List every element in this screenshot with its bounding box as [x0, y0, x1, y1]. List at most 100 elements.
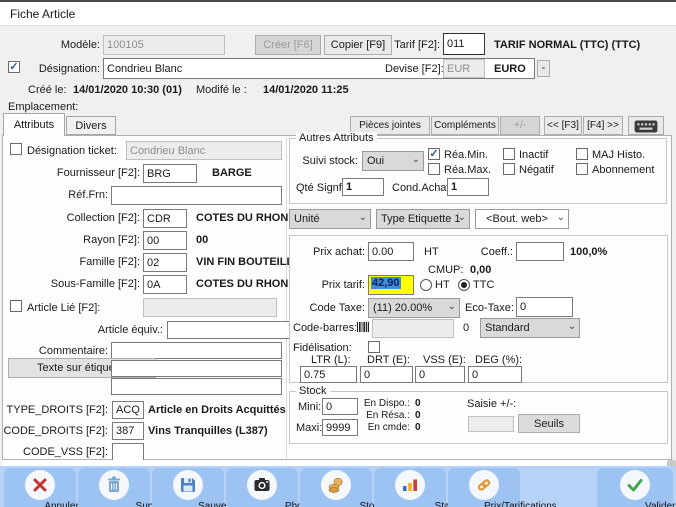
chart-icon	[395, 470, 425, 500]
coeff-input[interactable]	[516, 242, 564, 261]
maj-histo-checkbox[interactable]: ✓	[576, 148, 588, 160]
abonnement-checkbox[interactable]: ✓	[576, 163, 588, 175]
sauver-button[interactable]: Sauver [F7]	[152, 468, 224, 507]
eco-taxe-input[interactable]	[516, 297, 573, 317]
code-vss-input[interactable]	[112, 443, 144, 461]
deg-label: DEG (%):	[475, 354, 522, 366]
stock-maxi-label: Maxi:	[296, 422, 322, 434]
famille-label: Famille [F2]:	[20, 256, 140, 268]
complements-button[interactable]: Compléments	[431, 116, 499, 135]
ltr-input[interactable]	[300, 366, 357, 383]
ttc-radio[interactable]	[458, 279, 470, 291]
designation-more-button[interactable]: -	[537, 60, 550, 77]
inactif-checkbox[interactable]: ✓	[503, 148, 515, 160]
modifie-value: 14/01/2020 11:25	[263, 84, 349, 96]
type-etiquette-select[interactable]: Type Etiquette 1	[376, 209, 470, 229]
deg-input[interactable]	[468, 366, 522, 383]
tab-attributs[interactable]: Attributs	[3, 113, 65, 136]
fidelisation-label: Fidélisation:	[293, 342, 352, 354]
seuils-button[interactable]: Seuils	[518, 414, 580, 433]
suivi-stock-select[interactable]: Oui	[362, 151, 424, 171]
code-barres-input[interactable]	[372, 319, 454, 338]
rayon-desc: 00	[196, 234, 208, 246]
code-barres-type-select[interactable]: Standard	[480, 318, 580, 338]
fidelisation-checkbox[interactable]: ✓	[368, 341, 380, 353]
etiquette-line2-input[interactable]	[111, 378, 282, 395]
fournisseur-input[interactable]	[143, 164, 197, 183]
cree-value: 14/01/2020 10:30 (01)	[73, 84, 182, 96]
fournisseur-label: Fournisseur [F2]:	[20, 167, 140, 179]
cond-achat-label: Cond.Achat:	[392, 182, 453, 194]
plus-minus-button[interactable]: +/-	[500, 116, 540, 135]
unite-select[interactable]: Unité	[289, 209, 371, 229]
drt-input[interactable]	[360, 366, 413, 383]
code-droits-input[interactable]	[112, 422, 144, 440]
qte-signf-input[interactable]	[342, 178, 384, 196]
ref-frn-label: Réf.Frn:	[20, 189, 108, 201]
collection-label: Collection [F2]:	[20, 212, 140, 224]
saisie-input[interactable]	[468, 416, 514, 432]
vss-input[interactable]	[415, 366, 465, 383]
modele-label: Modèle:	[30, 39, 100, 51]
tab-divers[interactable]: Divers	[66, 116, 116, 135]
code-taxe-select[interactable]: (11) 20.00%	[368, 298, 460, 318]
designation-checkbox[interactable]: ✓	[8, 61, 20, 73]
article-lie-checkbox[interactable]: ✓	[10, 300, 22, 312]
stock-button[interactable]: Stock	[300, 468, 372, 507]
bout-web-select[interactable]: <Bout. web>	[475, 209, 569, 229]
code-barres-label: Code-barres:	[293, 322, 357, 334]
type-droits-desc: Article en Droits Acquittés	[148, 404, 286, 416]
emplacement-label: Emplacement:	[8, 101, 78, 113]
valider-button[interactable]: Valider [F10]	[597, 468, 673, 507]
famille-input[interactable]	[143, 253, 187, 272]
article-lie-label: Article Lié [F2]:	[27, 302, 100, 314]
stock-resa-value: 0	[415, 410, 421, 421]
sous-famille-input[interactable]	[143, 275, 187, 294]
rea-min-checkbox[interactable]: ✓	[428, 148, 440, 160]
rayon-input[interactable]	[143, 231, 187, 250]
stock-dispo-label: En Dispo.:	[350, 398, 410, 409]
commentaire-input[interactable]	[111, 342, 282, 359]
prix-tarifications-button[interactable]: Prix/Tarifications	[448, 468, 520, 507]
prix-achat-input[interactable]	[368, 242, 414, 261]
stock-resa-label: En Résa.:	[350, 410, 410, 421]
ht-radio[interactable]	[420, 279, 432, 291]
rea-max-checkbox[interactable]: ✓	[428, 163, 440, 175]
article-lie-input[interactable]	[143, 298, 277, 317]
tag-icon	[469, 470, 499, 500]
stock-cmde-label: En cmde:	[350, 422, 410, 433]
copier-button[interactable]: Copier [F9]	[324, 35, 392, 55]
modele-input[interactable]	[103, 35, 225, 55]
ref-frn-input[interactable]	[111, 186, 282, 205]
type-droits-input[interactable]	[112, 401, 144, 419]
article-equiv-input[interactable]	[167, 321, 303, 339]
stats-button[interactable]: Stats	[374, 468, 446, 507]
next-record-button[interactable]: [F4] >>	[583, 116, 623, 135]
prix-tarif-input[interactable]: 42,90	[368, 275, 414, 295]
designation-ticket-checkbox[interactable]: ✓	[10, 143, 22, 155]
collection-desc: COTES DU RHONE	[196, 212, 296, 224]
designation-ticket-input[interactable]	[126, 141, 282, 160]
tarif-input[interactable]	[443, 33, 485, 55]
saisie-label: Saisie +/-:	[467, 398, 516, 410]
qte-signf-label: Qté Signf:	[296, 182, 345, 194]
coeff-label: Coeff.:	[465, 246, 513, 258]
cmup-label: CMUP:	[428, 264, 463, 276]
devise-input[interactable]	[443, 59, 485, 78]
supprimer-button[interactable]: Suppr.	[78, 468, 150, 507]
cond-achat-input[interactable]	[447, 178, 489, 196]
type-droits-label: TYPE_DROITS [F2]:	[0, 404, 108, 416]
negatif-checkbox[interactable]: ✓	[503, 163, 515, 175]
prev-record-button[interactable]: << [F3]	[544, 116, 582, 135]
rea-max-label: Réa.Max.	[444, 164, 491, 176]
barcode-icon	[357, 322, 369, 335]
prix-tarif-selected-text: 42,90	[371, 277, 401, 289]
collection-input[interactable]	[143, 209, 187, 228]
photo-button[interactable]: Photo	[226, 468, 298, 507]
keyboard-button[interactable]	[628, 116, 664, 135]
etiquette-line1-input[interactable]	[111, 360, 282, 377]
creer-button[interactable]: Créer [F6]	[255, 35, 321, 55]
camera-icon	[247, 470, 277, 500]
article-equiv-label: Article équiv.:	[40, 324, 163, 336]
annuler-button[interactable]: Annuler [ESC]	[4, 468, 76, 507]
